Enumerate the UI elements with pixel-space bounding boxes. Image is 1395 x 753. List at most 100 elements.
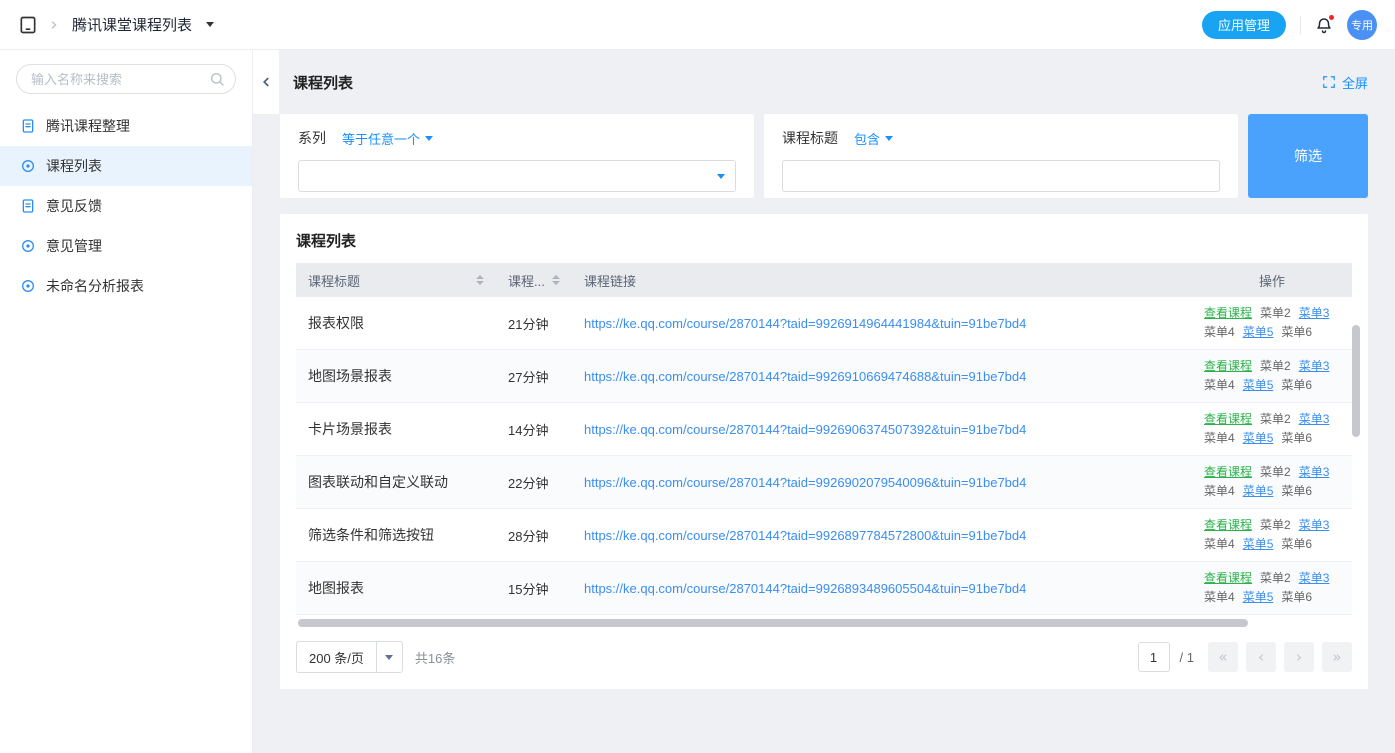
course-link[interactable]: https://ke.qq.com/course/2870144?taid=99…	[584, 369, 1026, 384]
filter-card-series: 系列 等于任意一个	[280, 114, 754, 198]
last-page-button[interactable]: »	[1322, 642, 1352, 672]
breadcrumb-title[interactable]: 腾讯课堂课程列表	[72, 14, 192, 35]
notification-bell-icon[interactable]	[1315, 16, 1333, 34]
filter-submit-button[interactable]: 筛选	[1248, 114, 1368, 198]
back-button[interactable]	[253, 50, 279, 114]
action-link[interactable]: 菜单2	[1260, 464, 1291, 481]
page-size-value: 200 条/页	[297, 642, 376, 672]
app-manage-button[interactable]: 应用管理	[1202, 11, 1286, 39]
action-link[interactable]: 菜单4	[1204, 377, 1235, 394]
page-number-input[interactable]	[1138, 642, 1170, 672]
avatar[interactable]: 专用	[1347, 10, 1377, 40]
action-link[interactable]: 菜单3	[1299, 358, 1330, 375]
course-link-cell: https://ke.qq.com/course/2870144?taid=99…	[572, 467, 1192, 498]
fullscreen-button[interactable]: 全屏	[1322, 73, 1368, 92]
series-value-select[interactable]	[298, 160, 736, 192]
action-link[interactable]: 菜单5	[1243, 430, 1274, 447]
course-link[interactable]: https://ke.qq.com/course/2870144?taid=99…	[584, 528, 1026, 543]
action-link[interactable]: 菜单5	[1243, 589, 1274, 606]
action-link[interactable]: 查看课程	[1204, 517, 1252, 534]
course-link[interactable]: https://ke.qq.com/course/2870144?taid=99…	[584, 422, 1026, 437]
page-size-select[interactable]: 200 条/页	[296, 641, 403, 673]
action-link[interactable]: 菜单4	[1204, 324, 1235, 341]
course-link[interactable]: https://ke.qq.com/course/2870144?taid=99…	[584, 316, 1026, 331]
series-operator-dropdown[interactable]: 等于任意一个	[342, 129, 433, 148]
title-filter-label: 课程标题	[782, 128, 838, 148]
sidebar-item-label: 未命名分析报表	[46, 276, 144, 296]
chevron-down-icon	[376, 642, 402, 672]
title-operator-dropdown[interactable]: 包含	[854, 129, 893, 148]
action-link[interactable]: 查看课程	[1204, 305, 1252, 322]
first-page-button[interactable]: «	[1208, 642, 1238, 672]
horizontal-scrollbar	[296, 619, 1352, 627]
action-link[interactable]: 菜单6	[1281, 377, 1312, 394]
action-link[interactable]: 菜单2	[1260, 358, 1291, 375]
course-actions-cell: 查看课程菜单2 菜单3 菜单4 菜单5 菜单6	[1192, 350, 1352, 402]
filter-bar: 系列 等于任意一个 课程标题 包含	[253, 114, 1395, 198]
action-link[interactable]: 菜单5	[1243, 483, 1274, 500]
horizontal-scrollbar-thumb[interactable]	[298, 619, 1248, 627]
action-link[interactable]: 查看课程	[1204, 570, 1252, 587]
action-link[interactable]: 菜单5	[1243, 324, 1274, 341]
action-link[interactable]: 菜单4	[1204, 483, 1235, 500]
next-page-button[interactable]: ›	[1284, 642, 1314, 672]
course-title-cell: 地图场景报表	[296, 358, 496, 394]
course-duration-cell: 27分钟	[496, 359, 572, 394]
action-link[interactable]: 菜单2	[1260, 570, 1291, 587]
action-link[interactable]: 菜单4	[1204, 430, 1235, 447]
action-link[interactable]: 菜单2	[1260, 517, 1291, 534]
action-link[interactable]: 菜单5	[1243, 377, 1274, 394]
title-operator-value: 包含	[854, 129, 880, 148]
series-filter-label: 系列	[298, 128, 326, 148]
column-label: 操作	[1259, 271, 1285, 290]
action-link[interactable]: 菜单6	[1281, 483, 1312, 500]
action-link[interactable]: 查看课程	[1204, 464, 1252, 481]
action-link[interactable]: 菜单6	[1281, 536, 1312, 553]
course-link-cell: https://ke.qq.com/course/2870144?taid=99…	[572, 520, 1192, 551]
course-title-cell: 报表权限	[296, 305, 496, 341]
action-link[interactable]: 查看课程	[1204, 411, 1252, 428]
search-input[interactable]	[16, 64, 236, 94]
title-filter-input[interactable]	[782, 160, 1220, 192]
table-row: 筛选条件和筛选按钮28分钟https://ke.qq.com/course/28…	[296, 509, 1352, 562]
column-header-course-title[interactable]: 课程标题	[296, 263, 496, 297]
app-window-icon[interactable]	[18, 15, 38, 35]
action-link[interactable]: 菜单2	[1260, 305, 1291, 322]
column-header-course-link: 课程链接	[572, 263, 1192, 297]
course-link[interactable]: https://ke.qq.com/course/2870144?taid=99…	[584, 475, 1026, 490]
sort-icon[interactable]	[476, 275, 484, 285]
course-actions-cell: 查看课程菜单2 菜单3 菜单4 菜单5 菜单6	[1192, 403, 1352, 455]
course-link[interactable]: https://ke.qq.com/course/2870144?taid=99…	[584, 581, 1026, 596]
sort-icon[interactable]	[552, 275, 560, 285]
action-link[interactable]: 菜单6	[1281, 430, 1312, 447]
course-table-card: 课程列表 课程标题 课程... 课程链接 操作	[280, 214, 1368, 689]
prev-page-button[interactable]: ‹	[1246, 642, 1276, 672]
chevron-down-icon[interactable]	[206, 22, 214, 27]
sidebar-item[interactable]: 课程列表	[0, 146, 252, 186]
action-link[interactable]: 菜单6	[1281, 589, 1312, 606]
course-duration-cell: 15分钟	[496, 571, 572, 606]
action-link[interactable]: 菜单3	[1299, 570, 1330, 587]
action-link[interactable]: 菜单5	[1243, 536, 1274, 553]
action-link[interactable]: 菜单6	[1281, 324, 1312, 341]
course-duration-cell: 21分钟	[496, 306, 572, 341]
action-link[interactable]: 菜单3	[1299, 305, 1330, 322]
column-header-course-duration[interactable]: 课程...	[496, 263, 572, 297]
sidebar-item[interactable]: 意见管理	[0, 226, 252, 266]
sidebar-item[interactable]: 意见反馈	[0, 186, 252, 226]
fullscreen-icon	[1322, 75, 1336, 89]
app-root: 腾讯课堂课程列表 应用管理 专用 腾讯课程整理课程列表意见反馈意见管理未命名分析…	[0, 0, 1395, 753]
action-link[interactable]: 菜单2	[1260, 411, 1291, 428]
fullscreen-label: 全屏	[1342, 73, 1368, 92]
target-icon	[20, 278, 36, 294]
action-link[interactable]: 菜单4	[1204, 589, 1235, 606]
action-link[interactable]: 菜单4	[1204, 536, 1235, 553]
action-link[interactable]: 菜单3	[1299, 517, 1330, 534]
vertical-scrollbar-thumb[interactable]	[1352, 325, 1360, 437]
action-link[interactable]: 菜单3	[1299, 411, 1330, 428]
action-link[interactable]: 菜单3	[1299, 464, 1330, 481]
sidebar-item[interactable]: 未命名分析报表	[0, 266, 252, 306]
action-link[interactable]: 查看课程	[1204, 358, 1252, 375]
sidebar-item-label: 课程列表	[46, 156, 102, 176]
sidebar-item[interactable]: 腾讯课程整理	[0, 106, 252, 146]
